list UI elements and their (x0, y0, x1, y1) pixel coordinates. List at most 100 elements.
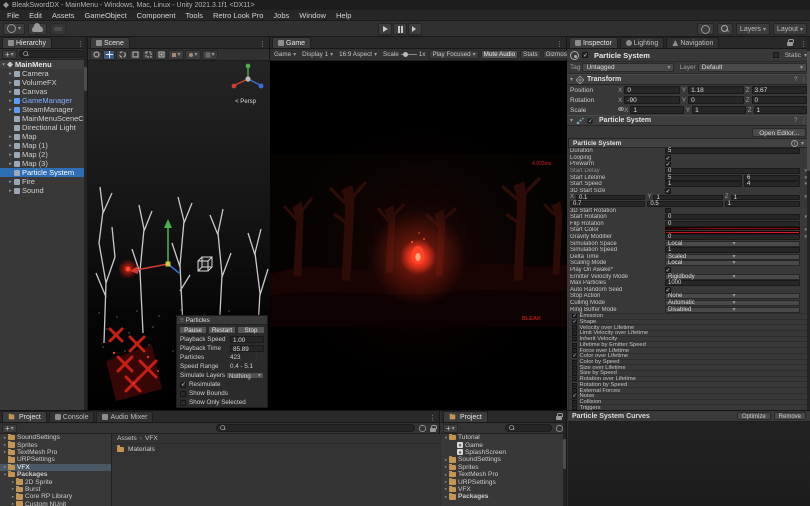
hierarchy-item-particle-system[interactable]: Particle System (0, 168, 87, 177)
project2-scrollbar[interactable] (563, 411, 566, 506)
project-item-vfx[interactable]: ▸VFX (441, 486, 567, 493)
project-item-packages[interactable]: ▸Packages (441, 493, 567, 500)
property-checkbox[interactable] (665, 208, 671, 214)
create-asset-button[interactable]: +▾ (2, 424, 17, 433)
hierarchy-item-steammanager[interactable]: ▸SteamManager (0, 105, 87, 114)
tab-project-2[interactable]: Project (443, 411, 488, 422)
version-control-button[interactable]: ▾ (3, 23, 25, 35)
info-icon[interactable]: i (791, 140, 798, 147)
hierarchy-item-sound[interactable]: ▸Sound (0, 186, 87, 195)
kebab-menu-icon[interactable]: ⋮ (256, 40, 269, 48)
module-checkbox[interactable] (572, 331, 577, 336)
display-dropdown[interactable]: Display 1▾ (300, 50, 335, 60)
property-checkbox[interactable] (665, 287, 671, 293)
module-checkbox[interactable] (572, 394, 577, 399)
component-enabled-checkbox[interactable] (587, 118, 592, 123)
project-item-burst[interactable]: ▸Burst (0, 486, 111, 493)
menu-gameobject[interactable]: GameObject (80, 10, 132, 21)
lock-icon[interactable] (430, 425, 436, 432)
play-button[interactable] (378, 23, 392, 35)
menu-component[interactable]: Component (132, 10, 181, 21)
undo-history-button[interactable] (50, 23, 66, 35)
help-icon[interactable]: ? (794, 117, 798, 124)
transform-rotation-y-field[interactable]: 0 (688, 96, 743, 104)
axis-field[interactable]: 0.7 (570, 201, 645, 207)
optimize-button[interactable]: Optimize (737, 412, 771, 420)
project-item-tutorial[interactable]: ▾Tutorial (441, 434, 567, 441)
expand-arrow-icon[interactable]: ▸ (7, 179, 14, 185)
chevron-icon[interactable]: ▾ (800, 234, 807, 240)
transform-rotation-x-field[interactable]: -90 (624, 96, 679, 104)
hierarchy-item-mainmenu[interactable]: ▾MainMenu (0, 60, 87, 69)
axis-field[interactable]: 1 (653, 195, 722, 201)
remove-button[interactable]: Remove (774, 412, 806, 420)
project-item-sprites[interactable]: ▸Sprites (441, 464, 567, 471)
start-color-gradients[interactable] (665, 227, 800, 233)
project-item-core-rp-library[interactable]: ▸Core RP Library (0, 493, 111, 500)
mute-audio-toggle[interactable]: Mute Audio (481, 50, 519, 59)
stop-button[interactable]: Stop (237, 326, 265, 334)
curves-editor-area[interactable] (568, 422, 810, 506)
hierarchy-item-directional-light[interactable]: Directional Light (0, 123, 87, 132)
property-field-min[interactable]: 5 (665, 175, 742, 181)
property-dropdown[interactable]: Scaled▾ (665, 254, 800, 260)
expand-arrow-icon[interactable]: ▸ (7, 89, 14, 95)
property-checkbox[interactable] (665, 162, 671, 168)
account-button[interactable] (697, 23, 714, 35)
enabled-checkbox[interactable] (582, 52, 588, 58)
project-item-custom-nunit[interactable]: ▸Custom NUnit (0, 501, 111, 506)
project-item-vfx[interactable]: ▸VFX (0, 464, 111, 471)
module-checkbox[interactable] (572, 388, 577, 393)
scale-slider[interactable]: Scale1x (381, 50, 427, 60)
tab-audio-mixer[interactable]: Audio Mixer (96, 411, 153, 422)
property-field[interactable]: 0 (665, 221, 800, 227)
hierarchy-search-input[interactable] (19, 50, 85, 58)
project-item-soundsettings[interactable]: ▸SoundSettings (0, 434, 111, 441)
hierarchy-item-volumefx[interactable]: ▸VolumeFX (0, 78, 87, 87)
property-checkbox[interactable] (665, 188, 671, 194)
game-canvas[interactable]: 4.003ms BLEAK (270, 61, 567, 422)
particles-overlay-title[interactable]: ≡Particles (177, 316, 267, 325)
lock-icon[interactable] (556, 413, 562, 420)
checkbox[interactable] (180, 382, 186, 388)
aspect-dropdown[interactable]: 16:9 Aspect▾ (337, 50, 379, 60)
menu-jobs[interactable]: Jobs (268, 10, 294, 21)
module-checkbox[interactable] (572, 320, 577, 325)
property-field-max[interactable]: 4 (744, 181, 800, 187)
property-field[interactable]: 5 (665, 148, 800, 154)
property-field-min[interactable]: 1 (665, 181, 742, 187)
hierarchy-item-fire[interactable]: ▸Fire (0, 177, 87, 186)
property-field[interactable]: 0 (665, 168, 800, 174)
chevron-icon[interactable]: ▾ (800, 168, 807, 174)
move-tool-button[interactable] (103, 50, 115, 60)
tab-game[interactable]: Game (272, 37, 311, 48)
expand-arrow-icon[interactable]: ▸ (7, 98, 14, 104)
menu-file[interactable]: File (2, 10, 24, 21)
project-item-sprites[interactable]: ▸Sprites (0, 441, 111, 448)
asset-materials[interactable]: Materials (113, 444, 440, 455)
cloud-services-button[interactable] (28, 23, 47, 35)
menu-assets[interactable]: Assets (47, 10, 80, 21)
hierarchy-item-map-3-[interactable]: ▸Map (3) (0, 159, 87, 168)
axis-field[interactable]: 1 (731, 195, 800, 201)
field-value[interactable]: 1.00 (230, 336, 264, 343)
chevron-icon[interactable]: ▾ (800, 181, 807, 187)
hierarchy-item-map-2-[interactable]: ▸Map (2) (0, 150, 87, 159)
module-checkbox[interactable] (572, 383, 577, 388)
transform-position-y-field[interactable]: 1.18 (688, 86, 743, 94)
hierarchy-item-mainmenusceneco[interactable]: MainMenuSceneCo (0, 114, 87, 123)
module-checkbox[interactable] (572, 314, 577, 319)
module-checkbox[interactable] (572, 371, 577, 376)
breadcrumb-vfx[interactable]: VFX (145, 435, 158, 442)
expand-arrow-icon[interactable]: ▸ (7, 152, 14, 158)
open-editor-button[interactable]: Open Editor... (752, 128, 806, 137)
property-dropdown[interactable]: Rigidbody▾ (665, 274, 800, 280)
pause-button[interactable]: Pause (179, 326, 207, 334)
tab-scene[interactable]: Scene (90, 37, 130, 48)
property-dropdown[interactable]: None▾ (665, 293, 800, 299)
expand-arrow-icon[interactable]: ▸ (7, 161, 14, 167)
project-item-packages[interactable]: ▾Packages (0, 471, 111, 478)
hierarchy-item-map-1-[interactable]: ▸Map (1) (0, 141, 87, 150)
chevron-icon[interactable]: ▾ (800, 214, 807, 220)
restart-button[interactable]: Restart (208, 326, 236, 334)
